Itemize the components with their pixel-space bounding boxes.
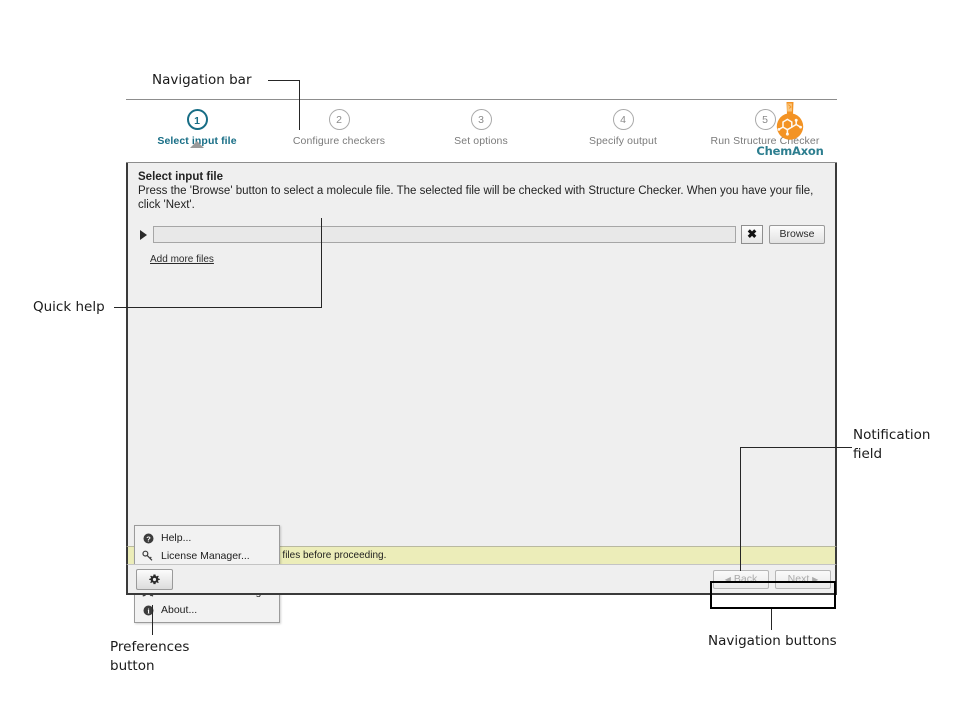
structure-checker-wizard-window: 1 Select input file 2 Configure checkers… — [126, 99, 837, 611]
wizard-step-2[interactable]: 2 Configure checkers — [268, 100, 410, 147]
browse-button[interactable]: Browse — [769, 225, 825, 244]
file-input-row: ✖ Browse — [138, 225, 825, 244]
leader-line — [299, 80, 300, 130]
info-circle-icon: i — [139, 605, 157, 616]
content-panel: Select input file Press the 'Browse' but… — [126, 163, 837, 546]
question-circle-icon: ? — [139, 533, 157, 544]
leader-line — [268, 80, 300, 81]
step-number-badge: 2 — [329, 109, 350, 130]
menu-item-help[interactable]: ? Help... — [135, 529, 279, 547]
menu-item-about[interactable]: i About... — [135, 601, 279, 619]
annotation-navigation-buttons: Navigation buttons — [708, 632, 837, 651]
add-more-files-link[interactable]: Add more files — [150, 254, 214, 265]
leader-line — [740, 447, 852, 448]
file-path-input[interactable] — [153, 226, 736, 243]
annotation-preferences-button: Preferences button — [110, 638, 189, 676]
menu-item-label: Help... — [157, 532, 191, 544]
menu-item-license-manager[interactable]: License Manager... — [135, 547, 279, 565]
step-number-badge: 1 — [187, 109, 208, 130]
navigation-buttons-highlight-box — [710, 581, 836, 609]
step-number-badge: 4 — [613, 109, 634, 130]
active-step-caret-icon — [190, 141, 204, 148]
leader-line — [321, 218, 322, 308]
annotation-quick-help: Quick help — [33, 298, 105, 317]
step-label: Specify output — [589, 135, 657, 147]
wizard-step-3[interactable]: 3 Set options — [410, 100, 552, 147]
gear-icon — [149, 574, 160, 585]
wizard-step-4[interactable]: 4 Specify output — [552, 100, 694, 147]
key-icon — [139, 550, 157, 562]
step-label: Configure checkers — [293, 135, 385, 147]
annotation-navigation-bar: Navigation bar — [152, 71, 252, 90]
leader-line — [740, 447, 741, 571]
menu-item-label: About... — [157, 604, 197, 616]
menu-item-label: License Manager... — [157, 550, 250, 562]
leader-line — [771, 609, 772, 630]
quick-help-body: Press the 'Browse' button to select a mo… — [138, 184, 825, 212]
brand-name: ChemAxon — [756, 144, 823, 158]
step-number-badge: 3 — [471, 109, 492, 130]
svg-text:i: i — [147, 606, 149, 615]
quick-help-title: Select input file — [138, 171, 825, 183]
annotation-notification-field: Notification field — [853, 426, 930, 464]
leader-line — [114, 307, 322, 308]
close-x-icon[interactable]: ✖ — [741, 225, 763, 244]
navigation-bar: 1 Select input file 2 Configure checkers… — [126, 99, 837, 163]
leader-line — [152, 605, 153, 635]
wizard-step-1[interactable]: 1 Select input file — [126, 100, 268, 147]
flask-molecule-icon — [767, 101, 813, 145]
preferences-button[interactable] — [136, 569, 173, 590]
wizard-step-list: 1 Select input file 2 Configure checkers… — [126, 100, 836, 162]
step-label: Set options — [454, 135, 508, 147]
svg-text:?: ? — [146, 534, 151, 543]
triangle-right-icon[interactable] — [140, 230, 147, 240]
chemaxon-logo: ChemAxon — [753, 101, 827, 162]
